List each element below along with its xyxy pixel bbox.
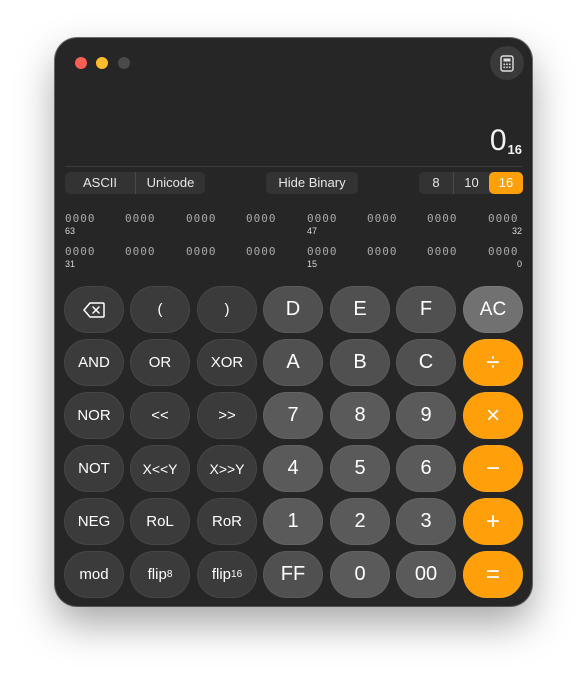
binary-group[interactable]: 0000 bbox=[427, 212, 487, 225]
shift-right-by-y-button[interactable]: X>>Y bbox=[197, 445, 257, 492]
shift-left-by-y-button[interactable]: X<<Y bbox=[130, 445, 190, 492]
backspace-icon bbox=[83, 301, 105, 318]
result-value: 0 bbox=[489, 124, 507, 157]
calculator-icon bbox=[500, 54, 514, 72]
flip-16-label: flip bbox=[211, 566, 232, 583]
binary-group[interactable]: 0000 bbox=[125, 212, 185, 225]
close-window-button[interactable] bbox=[75, 57, 87, 69]
double-zero-button[interactable]: 00 bbox=[396, 551, 456, 598]
binary-group[interactable]: 0000 bbox=[367, 212, 427, 225]
base-subscript: 16 bbox=[507, 142, 522, 157]
zoom-window-button[interactable] bbox=[118, 57, 130, 69]
binary-group[interactable]: 0000 bbox=[367, 245, 427, 258]
hex-f-button[interactable]: F bbox=[396, 286, 456, 333]
binary-group[interactable]: 0000 bbox=[246, 245, 306, 258]
nor-button[interactable]: NOR bbox=[64, 392, 124, 439]
close-paren-button[interactable]: ) bbox=[197, 286, 257, 333]
binary-group[interactable]: 0000 bbox=[65, 245, 125, 258]
display-divider bbox=[65, 166, 522, 167]
hex-ff-button[interactable]: FF bbox=[263, 551, 323, 598]
multiply-button[interactable]: × bbox=[463, 392, 523, 439]
flip-16-subscript: 16 bbox=[231, 569, 243, 580]
binary-group[interactable]: 0000 bbox=[427, 245, 487, 258]
unicode-tab[interactable]: Unicode bbox=[135, 172, 205, 194]
binary-toggle-control: Hide Binary bbox=[266, 172, 358, 194]
open-paren-button[interactable]: ( bbox=[130, 286, 190, 333]
digit-2-button[interactable]: 2 bbox=[330, 498, 390, 545]
hex-a-button[interactable]: A bbox=[263, 339, 323, 386]
hex-b-button[interactable]: B bbox=[330, 339, 390, 386]
binary-row-low: 0000 0000 0000 0000 0000 0000 0000 0000 … bbox=[65, 245, 522, 275]
or-button[interactable]: OR bbox=[130, 339, 190, 386]
digit-3-button[interactable]: 3 bbox=[396, 498, 456, 545]
mod-button[interactable]: mod bbox=[64, 551, 124, 598]
flip-8-subscript: 8 bbox=[166, 569, 173, 580]
binary-group[interactable]: 0000 bbox=[186, 245, 246, 258]
digit-5-button[interactable]: 5 bbox=[330, 445, 390, 492]
bit-index: 0 bbox=[516, 259, 522, 269]
binary-group[interactable]: 0000 bbox=[125, 245, 185, 258]
bit-index: 63 bbox=[65, 226, 76, 236]
base-10-tab[interactable]: 10 bbox=[453, 172, 489, 194]
hex-c-button[interactable]: C bbox=[396, 339, 456, 386]
rotate-left-button[interactable]: RoL bbox=[130, 498, 190, 545]
encoding-segmented-control: ASCII Unicode bbox=[65, 172, 205, 194]
digit-6-button[interactable]: 6 bbox=[396, 445, 456, 492]
neg-button[interactable]: NEG bbox=[64, 498, 124, 545]
add-button[interactable]: + bbox=[463, 498, 523, 545]
backspace-button[interactable] bbox=[64, 286, 124, 333]
digit-9-button[interactable]: 9 bbox=[396, 392, 456, 439]
equals-button[interactable]: = bbox=[463, 551, 523, 598]
xor-button[interactable]: XOR bbox=[197, 339, 257, 386]
minimize-window-button[interactable] bbox=[96, 57, 108, 69]
binary-row-high: 0000 0000 0000 0000 0000 0000 0000 0000 … bbox=[65, 212, 522, 242]
bit-index: 47 bbox=[307, 226, 318, 236]
shift-left-button[interactable]: << bbox=[130, 392, 190, 439]
subtract-button[interactable]: − bbox=[463, 445, 523, 492]
calculator-mode-button[interactable] bbox=[490, 46, 524, 80]
flip-16-button[interactable]: flip 16 bbox=[197, 551, 257, 598]
digit-1-button[interactable]: 1 bbox=[263, 498, 323, 545]
binary-group[interactable]: 0000 bbox=[65, 212, 125, 225]
shift-right-button[interactable]: >> bbox=[197, 392, 257, 439]
hex-e-button[interactable]: E bbox=[330, 286, 390, 333]
bit-index: 15 bbox=[307, 259, 318, 269]
flip-8-button[interactable]: flip 8 bbox=[130, 551, 190, 598]
base-16-tab[interactable]: 16 bbox=[489, 172, 523, 194]
bit-index: 32 bbox=[511, 226, 522, 236]
flip-8-label: flip bbox=[147, 566, 167, 583]
digit-0-button[interactable]: 0 bbox=[330, 551, 390, 598]
binary-group[interactable]: 0000 bbox=[488, 245, 532, 258]
digit-8-button[interactable]: 8 bbox=[330, 392, 390, 439]
digit-7-button[interactable]: 7 bbox=[263, 392, 323, 439]
result-display: 016 bbox=[490, 122, 522, 169]
bit-index: 31 bbox=[65, 259, 76, 269]
binary-group[interactable]: 0000 bbox=[488, 212, 532, 225]
binary-group[interactable]: 0000 bbox=[307, 245, 367, 258]
binary-group[interactable]: 0000 bbox=[307, 212, 367, 225]
divide-button[interactable]: ÷ bbox=[463, 339, 523, 386]
rotate-right-button[interactable]: RoR bbox=[197, 498, 257, 545]
binary-group[interactable]: 0000 bbox=[186, 212, 246, 225]
calculator-window: 016 ASCII Unicode Hide Binary 8 10 16 00… bbox=[55, 38, 532, 606]
hex-d-button[interactable]: D bbox=[263, 286, 323, 333]
and-button[interactable]: AND bbox=[64, 339, 124, 386]
all-clear-button[interactable]: AC bbox=[463, 286, 523, 333]
digit-4-button[interactable]: 4 bbox=[263, 445, 323, 492]
ascii-tab[interactable]: ASCII bbox=[65, 172, 135, 194]
base-segmented-control: 8 10 16 bbox=[419, 172, 523, 194]
hide-binary-button[interactable]: Hide Binary bbox=[266, 172, 358, 194]
binary-group[interactable]: 0000 bbox=[246, 212, 306, 225]
not-button[interactable]: NOT bbox=[64, 445, 124, 492]
base-8-tab[interactable]: 8 bbox=[419, 172, 453, 194]
